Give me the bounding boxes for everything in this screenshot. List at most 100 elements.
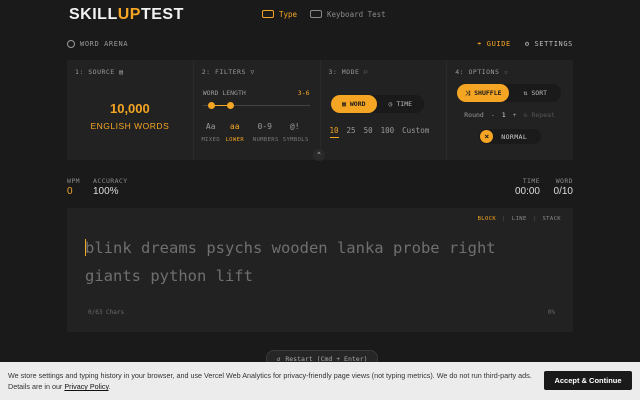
shuffle-label: SHUFFLE [474,89,502,97]
count-option-10[interactable]: 10 [329,126,339,138]
accuracy-label: ACCURACY [93,177,128,185]
accuracy-value: 100% [93,186,119,197]
logo-text-skill: SKILL [69,6,118,23]
round-label: Round [464,111,484,119]
sort-button[interactable]: ⇅ SORT [509,84,561,102]
accept-cookies-button[interactable]: Accept & Continue [544,371,632,390]
word-stream: blink dreams psychs wooden lanka probe r… [85,234,535,290]
options-title: 4: OPTIONS [455,68,500,76]
text-icon: ▦ [341,100,346,108]
logo[interactable]: SKILLUPTEST [69,6,184,24]
filters-title: 2: FILTERS [201,68,246,76]
word-length-label: WORD LENGTH [202,89,246,97]
privacy-policy-link[interactable]: Privacy Policy [64,382,108,391]
round-decrement-button[interactable]: - [491,111,495,119]
current-char: b [85,239,95,257]
view-stack[interactable]: STACK [542,216,561,222]
mode-toggle: ▦ WORD ◷ TIME [330,95,424,113]
keyboard-icon [262,10,274,18]
view-line[interactable]: LINE [512,216,527,222]
target-icon [67,40,75,48]
arena-title: WORD ARENA [80,40,129,48]
view-block[interactable]: BLOCK [478,216,497,222]
words-line-2: giants python lift [85,267,253,285]
word-length-range: 3-6 [297,89,310,97]
repeat-label: Repeat [531,111,555,119]
wpm-label: WPM [67,177,80,185]
slider-max-handle[interactable] [226,102,234,109]
count-option-100[interactable]: 100 [381,126,395,138]
wpm-value: 0 [67,186,73,197]
keyboard-test-icon [310,10,322,18]
time-stat: TIME 00:00 [515,177,540,197]
nav-tab-type-label: Type [279,9,298,19]
shuffle-button[interactable]: ⤨ SHUFFLE [457,84,510,102]
round-value: 1 [501,111,506,119]
filter-mixed-label: MIXED [201,137,221,143]
filter-numbers-label: NUMBERS [252,137,279,143]
sort-label: SORT [531,89,548,97]
source-word-count: 10,000 [109,101,150,116]
cookie-banner: We store settings and typing history in … [0,362,640,400]
close-icon: × [480,130,494,143]
words-line-1: link dreams psychs wooden lanka probe ri… [94,239,496,257]
order-toggle: ⤨ SHUFFLE ⇅ SORT [457,84,562,102]
logo-text-up: UP [117,6,141,23]
guide-label: GUIDE [486,40,511,48]
source-panel[interactable]: 1: SOURCE ▤ 10,000 ENGLISH WORDS [67,60,194,160]
mode-time-button[interactable]: ◷ TIME [377,95,424,113]
typing-area[interactable]: BLOCK | LINE | STACK blink dreams psychs… [67,208,573,332]
arena-header: WORD ARENA ☂ GUIDE ⚙ SETTINGS [67,36,573,52]
progress-percent: 0% [547,309,555,316]
mode-time-label: TIME [396,100,413,108]
config-panels: 1: SOURCE ▤ 10,000 ENGLISH WORDS 2: FILT… [67,60,573,160]
mode-panel: 3: MODE ⚐ ▦ WORD ◷ TIME 10 25 50 100 Custo… [321,60,448,160]
options-panel: 4: OPTIONS ☆ ⤨ SHUFFLE ⇅ SORT Round - 1 + … [447,60,573,160]
repeat-button[interactable]: ↻ Repeat [524,111,555,119]
word-stat: WORD 0/10 [554,177,573,197]
filter-lower[interactable]: aa LOWER [224,122,246,143]
guide-button[interactable]: ☂ GUIDE [477,40,511,48]
filter-numbers[interactable]: 0-9 NUMBERS [252,122,279,143]
slider-min-handle[interactable] [207,102,215,109]
source-title: 1: SOURCE [75,68,115,76]
nav-tab-type[interactable]: Type [262,7,297,21]
mode-word-button[interactable]: ▦ WORD [330,95,377,113]
filter-symbols-label: SYMBOLS [282,137,309,143]
word-length-slider[interactable] [202,102,310,109]
count-option-50[interactable]: 50 [364,126,373,138]
filter-mixed-glyph: Aa [205,122,216,131]
cookie-message: We store settings and typing history in … [8,370,533,392]
book-icon: ▤ [119,68,124,76]
filters-panel: 2: FILTERS ▽ WORD LENGTH 3-6 Aa MIXED aa… [194,60,321,160]
nav-tab-keyboard-label: Keyboard Test [327,9,386,19]
chevron-up-icon: ⌃ [316,151,322,159]
char-counter: 0/63 Chars [88,309,125,316]
separator: | [532,216,537,222]
word-count-options: 10 25 50 100 Custom [329,126,429,138]
filter-symbols[interactable]: @! SYMBOLS [282,122,309,143]
view-switcher: BLOCK | LINE | STACK [478,216,561,222]
star-icon: ☆ [503,68,509,76]
word-label: WORD [555,177,573,185]
nav-tab-keyboard-test[interactable]: Keyboard Test [310,7,386,21]
word-progress-value: 0/10 [553,186,573,197]
filter-icon: ▽ [250,68,255,76]
shuffle-icon: ⤨ [464,88,471,97]
round-increment-button[interactable]: + [513,111,517,119]
count-option-custom[interactable]: Custom [402,126,429,138]
time-value: 00:00 [514,186,540,197]
repeat-icon: ↻ [523,111,528,119]
collapse-panels-button[interactable]: ⌃ [313,149,325,161]
difficulty-toggle[interactable]: × NORMAL [479,129,542,144]
filter-symbols-glyph: @! [289,122,300,131]
count-option-25[interactable]: 25 [347,126,356,138]
settings-button[interactable]: ⚙ SETTINGS [525,40,573,48]
filter-mixed[interactable]: Aa MIXED [200,122,222,143]
logo-text-test: TEST [140,6,184,23]
difficulty-label: NORMAL [501,132,528,141]
gear-icon: ⚙ [524,40,530,48]
sort-icon: ⇅ [523,89,528,97]
separator: | [502,216,506,222]
source-label: ENGLISH WORDS [90,121,170,131]
